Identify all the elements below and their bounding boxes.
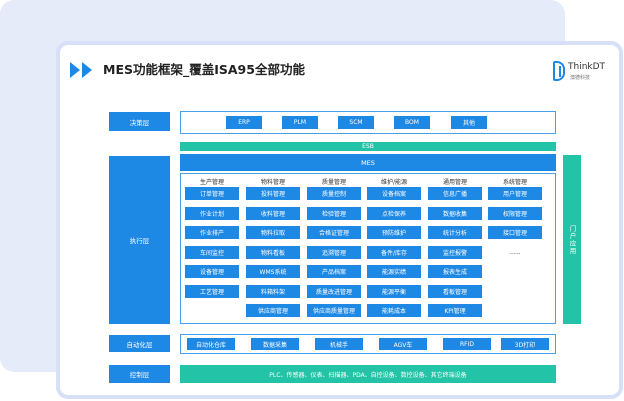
module-item: 预防维护 xyxy=(367,226,421,239)
brand-logo: ThinkDT 澳德科技 xyxy=(553,61,619,87)
system-box-other: 其他 xyxy=(451,116,487,129)
module-item: 合格证管理 xyxy=(307,226,361,239)
module-item: ...... xyxy=(509,248,521,256)
module-item: 追溯管理 xyxy=(307,245,361,259)
automation-item: 数据采集 xyxy=(251,338,299,350)
mes-framework-card: MES功能框架_覆盖ISA95全部功能 ThinkDT 澳德科技 决策层 执行层… xyxy=(56,41,623,399)
automation-item: 自动化仓库 xyxy=(187,338,235,350)
module-item: KPI管理 xyxy=(428,304,482,317)
module-item: 产品档案 xyxy=(307,265,361,278)
module-item: 备件/库存 xyxy=(367,245,421,259)
chevron-right-icon xyxy=(70,62,80,78)
system-box-plm: PLM xyxy=(282,116,318,129)
automation-item: 3D打印 xyxy=(501,338,549,350)
module-item: 供应商管理 xyxy=(246,304,300,317)
portal-application-bar: 门户应用 xyxy=(563,155,581,324)
module-item: 投料管理 xyxy=(246,187,300,200)
module-item: 车间监控 xyxy=(185,245,239,259)
module-column-title: 质量管理 xyxy=(321,179,346,186)
module-item: 看板管理 xyxy=(428,284,482,298)
module-item: 能耗成本 xyxy=(367,304,421,317)
esb-bar: ESB xyxy=(180,142,556,151)
automation-panel xyxy=(180,334,556,354)
module-item: 监控报警 xyxy=(428,245,482,259)
header: MES功能框架_覆盖ISA95全部功能 ThinkDT 澳德科技 xyxy=(60,45,619,95)
module-item: 供应商质量管理 xyxy=(307,304,361,317)
module-item: 权限管理 xyxy=(488,206,542,220)
module-item: 料箱料架 xyxy=(246,284,300,298)
automation-item: RFID xyxy=(443,338,491,350)
automation-item: AGV车 xyxy=(379,338,427,350)
module-item: 物料拉取 xyxy=(246,226,300,239)
module-item: 作业排产 xyxy=(185,226,239,239)
mes-bar: MES xyxy=(180,154,556,171)
module-column-title: 生产管理 xyxy=(199,179,224,186)
page-title: MES功能框架_覆盖ISA95全部功能 xyxy=(103,62,305,77)
logo-mark-icon xyxy=(553,61,565,81)
module-item: 工艺管理 xyxy=(185,284,239,298)
layer-label-automation: 自动化层 xyxy=(109,335,170,352)
module-item: 统计分析 xyxy=(428,226,482,239)
module-item: 物料看板 xyxy=(246,245,300,259)
module-item: 信息广播 xyxy=(428,187,482,200)
module-column-title: 系统管理 xyxy=(502,179,527,186)
module-item: 接口管理 xyxy=(488,226,542,239)
module-item: 质量控制 xyxy=(307,187,361,200)
module-item: 数据收集 xyxy=(428,206,482,220)
module-item: 能源平衡 xyxy=(367,284,421,298)
control-devices-bar: PLC、传感器、仪表、扫描器、PDA、自控设备、数控设备、其它终端设备 xyxy=(180,365,556,383)
logo-name: ThinkDT xyxy=(568,62,606,72)
module-item: 点检保养 xyxy=(367,206,421,220)
layer-label-execution: 执行层 xyxy=(109,156,170,324)
layer-label-control: 控制层 xyxy=(109,365,170,383)
system-box-scm: SCM xyxy=(338,116,374,129)
module-column-title: 物料管理 xyxy=(260,179,285,186)
module-item: 能源实绩 xyxy=(367,265,421,278)
module-item: WMS系统 xyxy=(246,265,300,278)
module-item: 收料管理 xyxy=(246,206,300,220)
system-box-erp: ERP xyxy=(226,116,262,129)
chevron-right-icon xyxy=(82,62,92,78)
system-box-bom: BOM xyxy=(394,116,430,129)
module-column-title: 通用管理 xyxy=(442,179,467,186)
module-item: 订单管理 xyxy=(185,187,239,200)
module-item: 作业计划 xyxy=(185,206,239,220)
module-item: 设备管理 xyxy=(185,265,239,278)
module-item: 用户管理 xyxy=(488,187,542,200)
module-item: 检验管理 xyxy=(307,206,361,220)
layer-label-decision: 决策层 xyxy=(109,112,170,131)
module-item: 设备档案 xyxy=(367,187,421,200)
module-item: 报表生成 xyxy=(428,265,482,278)
logo-subtitle: 澳德科技 xyxy=(570,75,591,81)
automation-item: 机械手 xyxy=(315,338,363,350)
module-column-title: 维护/能源 xyxy=(380,179,408,186)
module-item: 质量改进管理 xyxy=(307,284,361,298)
